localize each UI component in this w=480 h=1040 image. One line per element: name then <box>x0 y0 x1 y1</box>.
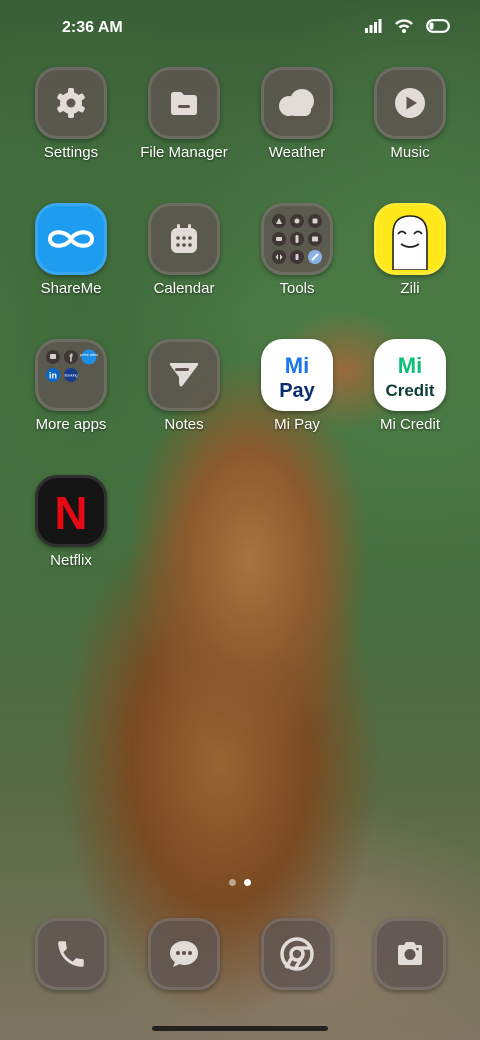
camera-icon[interactable] <box>374 918 446 990</box>
app-label: File Manager <box>140 144 228 161</box>
prime-video-label: prime video <box>80 353 99 357</box>
app-label: Tools <box>279 280 315 297</box>
app-calendar[interactable]: Calendar <box>128 203 240 297</box>
app-mi-pay[interactable]: Mi Pay Mi Pay <box>241 339 353 433</box>
app-mi-credit[interactable]: Mi Credit Mi Credit <box>354 339 466 433</box>
folder-icon[interactable] <box>148 67 220 139</box>
app-label: Notes <box>164 416 204 433</box>
app-label: Mi Credit <box>379 416 440 433</box>
dock-chrome[interactable] <box>241 918 353 990</box>
app-label: Weather <box>268 144 326 161</box>
mi-credit-icon[interactable]: Mi Credit <box>374 339 446 411</box>
mi-credit-logo-bottom: Credit <box>385 381 434 400</box>
mi-pay-logo-top: Mi <box>285 353 309 378</box>
signal-icon <box>365 19 382 33</box>
phone-icon[interactable] <box>35 918 107 990</box>
app-label: Mi Pay <box>274 416 320 433</box>
settings-icon[interactable] <box>35 67 107 139</box>
dock-phone[interactable] <box>15 918 127 990</box>
app-file-manager[interactable]: File Manager <box>128 67 240 161</box>
dock-messages[interactable] <box>128 918 240 990</box>
app-settings[interactable]: Settings <box>15 67 127 161</box>
app-label: ShareMe <box>40 280 102 297</box>
app-label: Calendar <box>153 280 215 297</box>
status-icons <box>365 18 450 34</box>
shareme-icon[interactable] <box>35 203 107 275</box>
cloud-icon[interactable] <box>261 67 333 139</box>
dock-camera[interactable] <box>354 918 466 990</box>
mi-credit-logo-top: Mi <box>398 353 422 378</box>
app-zili[interactable]: Zili <box>354 203 466 297</box>
app-notes[interactable]: Notes <box>128 339 240 433</box>
battery-icon <box>426 19 450 33</box>
app-label: Music <box>390 144 430 161</box>
hotspot-icon <box>394 18 414 34</box>
tools-folder-icon[interactable] <box>261 203 333 275</box>
folder-tools[interactable]: Tools <box>241 203 353 297</box>
app-label: Settings <box>43 144 99 161</box>
folder-more-apps[interactable]: f prime video in Booking More apps <box>15 339 127 433</box>
calendar-icon[interactable] <box>148 203 220 275</box>
status-time: 2:36 AM <box>62 19 123 36</box>
app-label: Zili <box>400 280 420 297</box>
booking-label: Booking <box>65 374 78 378</box>
home-indicator[interactable] <box>152 1026 328 1031</box>
page-dot-active <box>244 879 251 886</box>
app-music[interactable]: Music <box>354 67 466 161</box>
app-label: More apps <box>35 416 107 433</box>
netflix-logo: N <box>54 487 87 536</box>
mi-pay-logo-bottom: Pay <box>279 380 315 402</box>
message-icon[interactable] <box>148 918 220 990</box>
app-weather[interactable]: Weather <box>241 67 353 161</box>
facebook-icon: f <box>69 353 73 365</box>
page-dot <box>229 879 236 886</box>
music-play-icon[interactable] <box>374 67 446 139</box>
app-label: Netflix <box>50 552 92 569</box>
more-apps-folder-icon[interactable]: f prime video in Booking <box>35 339 107 411</box>
chrome-icon[interactable] <box>261 918 333 990</box>
mi-pay-icon[interactable]: Mi Pay <box>261 339 333 411</box>
app-netflix[interactable]: N Netflix <box>15 475 127 569</box>
notes-icon[interactable] <box>148 339 220 411</box>
netflix-icon[interactable]: N <box>35 475 107 547</box>
page-indicator <box>0 879 480 886</box>
status-bar: 2:36 AM <box>0 0 480 56</box>
linkedin-icon: in <box>49 371 57 381</box>
zili-icon[interactable] <box>374 203 446 275</box>
app-shareme[interactable]: ShareMe <box>15 203 127 297</box>
